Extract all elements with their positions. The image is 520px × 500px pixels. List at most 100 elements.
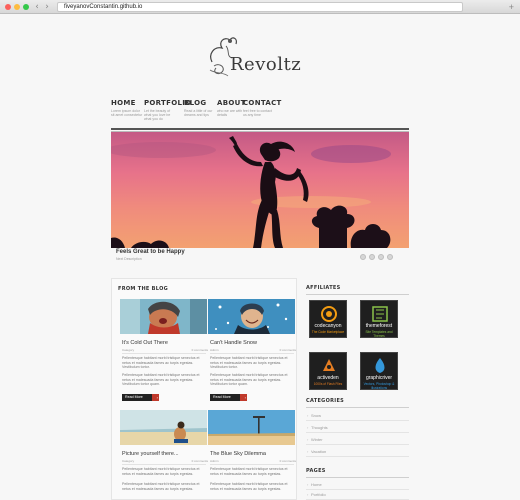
- affiliate-name: themeforest: [365, 323, 393, 329]
- blog-post: It's Cold Out There Category 0 comments …: [120, 299, 208, 409]
- section-heading: FROM THE BLOG: [118, 286, 169, 292]
- nav-item-blog[interactable]: BLOG Read a little of our dreams and tip…: [184, 99, 216, 117]
- post-title[interactable]: Can't Handle Snow: [210, 340, 257, 346]
- post-excerpt: Pellentesque habitant morbi tristique se…: [122, 356, 200, 370]
- blog-post: Can't Handle Snow Admin 0 comments Pelle…: [208, 299, 296, 409]
- page-label: Portfolio: [311, 492, 326, 497]
- blog-section: FROM THE BLOG It's Cold Out There Catego…: [111, 278, 297, 500]
- slider-dot[interactable]: [387, 254, 393, 260]
- sidebar: AFFILIATES codecanyon The Code Marketpla…: [306, 278, 409, 500]
- browser-toolbar: ‹ › fiveyanovConstantin.github.io +: [0, 0, 520, 14]
- affiliate-tagline: 1000s of Flash Files: [313, 382, 343, 386]
- affiliate-name: graphicriver: [365, 375, 393, 381]
- pages-heading: PAGES: [306, 468, 326, 474]
- forward-icon[interactable]: ›: [42, 2, 52, 12]
- post-excerpt-2: Pellentesque habitant morbi tristique se…: [210, 482, 288, 491]
- post-category[interactable]: Admin: [210, 348, 219, 352]
- post-thumbnail[interactable]: [208, 299, 295, 334]
- nav-sub: Read a little of our dreams and tips: [184, 109, 213, 117]
- post-category[interactable]: Category: [122, 348, 134, 352]
- logo-text: Revoltz: [230, 54, 302, 75]
- post-comments[interactable]: 0 comments: [192, 348, 208, 352]
- category-label: Winter: [311, 437, 323, 442]
- arrow-right-icon: ›: [156, 395, 158, 400]
- affiliate-banner-graphicriver[interactable]: graphicriver Vectors, Photoshop & Illust…: [360, 352, 398, 390]
- close-window-button[interactable]: [5, 4, 11, 10]
- post-title[interactable]: The Blue Sky Dilemma: [210, 451, 266, 457]
- page: Revoltz HOME Lorem ipsum dolor sit amet …: [0, 14, 520, 500]
- affiliate-tagline: Vectors, Photoshop & Illustrations: [363, 382, 395, 390]
- category-label: Thoughts: [311, 425, 328, 430]
- heading-divider: [306, 407, 409, 408]
- categories-heading: CATEGORIES: [306, 398, 345, 404]
- slider-dot[interactable]: [378, 254, 384, 260]
- nav-item-home[interactable]: HOME Lorem ipsum dolor sit amet consecte…: [111, 99, 143, 117]
- post-category[interactable]: Admin: [210, 459, 219, 463]
- bullet-icon: ›: [307, 492, 309, 497]
- nav-sub: Let the beauty of what you love be what …: [144, 109, 171, 121]
- post-comments[interactable]: 0 comments: [192, 459, 208, 463]
- affiliate-tagline: Site Templates and Themes: [365, 330, 393, 338]
- nav-label: HOME: [111, 99, 136, 107]
- heading-divider: [306, 294, 409, 295]
- post-category[interactable]: Category: [122, 459, 134, 463]
- back-icon[interactable]: ‹: [32, 2, 42, 12]
- affiliate-banner-activeden[interactable]: activeden 1000s of Flash Files: [309, 352, 347, 390]
- slider-dot[interactable]: [369, 254, 375, 260]
- nav-label: BLOG: [184, 99, 207, 107]
- post-excerpt: Pellentesque habitant morbi tristique se…: [122, 467, 200, 476]
- read-more-button[interactable]: Read More ›: [210, 394, 247, 401]
- post-thumbnail[interactable]: [120, 299, 207, 334]
- bullet-icon: ›: [307, 425, 309, 430]
- hero-caption: Feels Great to be Happy: [116, 249, 185, 255]
- post-thumbnail[interactable]: [120, 410, 207, 445]
- post-thumbnail[interactable]: [208, 410, 295, 445]
- affiliate-banner-codecanyon[interactable]: codecanyon The Code Marketplace: [309, 300, 347, 338]
- post-comments[interactable]: 0 comments: [280, 348, 296, 352]
- category-item[interactable]: › Vacation: [306, 446, 409, 457]
- post-excerpt-2: Pellentesque habitant morbi tristique se…: [122, 373, 200, 387]
- slider-dot[interactable]: [360, 254, 366, 260]
- affiliate-name: activeden: [317, 375, 339, 381]
- post-excerpt-2: Pellentesque habitant morbi tristique se…: [210, 373, 288, 387]
- affiliate-name: codecanyon: [314, 323, 342, 329]
- arrow-right-icon: ›: [244, 395, 246, 400]
- nav-sub: Lorem ipsum dolor sit amet consectetur: [111, 109, 143, 117]
- maximize-window-button[interactable]: [23, 4, 29, 10]
- page-item[interactable]: › Portfolio: [306, 489, 409, 500]
- category-item[interactable]: › Winter: [306, 434, 409, 445]
- new-tab-icon[interactable]: +: [509, 2, 514, 12]
- post-divider: [122, 464, 206, 465]
- category-label: Snow: [311, 413, 322, 418]
- post-title[interactable]: Picture yourself there...: [122, 451, 179, 457]
- blog-post: The Blue Sky Dilemma Admin 0 comments Pe…: [208, 410, 296, 500]
- read-more-button[interactable]: Read More ›: [122, 394, 159, 401]
- post-excerpt: Pellentesque habitant morbi tristique se…: [210, 356, 288, 370]
- nav-label: CONTACT: [243, 99, 282, 107]
- blog-post: Picture yourself there... Category 0 com…: [120, 410, 208, 500]
- post-title[interactable]: It's Cold Out There: [122, 340, 168, 346]
- main-content: FROM THE BLOG It's Cold Out There Catego…: [111, 278, 409, 500]
- category-label: Vacation: [311, 449, 327, 454]
- post-excerpt: Pellentesque habitant morbi tristique se…: [210, 467, 288, 476]
- nav-sub: feel free to contact us any time: [243, 109, 272, 117]
- nav-divider: [111, 128, 409, 130]
- post-comments[interactable]: 0 comments: [280, 459, 296, 463]
- affiliate-banner-themeforest[interactable]: themeforest Site Templates and Themes: [360, 300, 398, 338]
- address-bar[interactable]: fiveyanovConstantin.github.io: [57, 2, 463, 12]
- read-more-label: Read More: [125, 395, 143, 399]
- affiliate-tagline: The Code Marketplace: [311, 330, 345, 334]
- heading-divider: [306, 477, 409, 478]
- nav-item-contact[interactable]: CONTACT feel free to contact us any time: [243, 99, 282, 117]
- category-item[interactable]: › Snow: [306, 410, 409, 421]
- hero-caption-sub: Next Description: [116, 257, 142, 261]
- hero-slider-image[interactable]: [111, 132, 409, 248]
- read-more-label: Read More: [213, 395, 231, 399]
- page-label: Home: [311, 482, 322, 487]
- site-logo[interactable]: Revoltz: [206, 32, 318, 78]
- affiliates-heading: AFFILIATES: [306, 285, 341, 291]
- category-item[interactable]: › Thoughts: [306, 422, 409, 433]
- post-excerpt-2: Pellentesque habitant morbi tristique se…: [122, 482, 200, 491]
- minimize-window-button[interactable]: [14, 4, 20, 10]
- post-divider: [122, 353, 206, 354]
